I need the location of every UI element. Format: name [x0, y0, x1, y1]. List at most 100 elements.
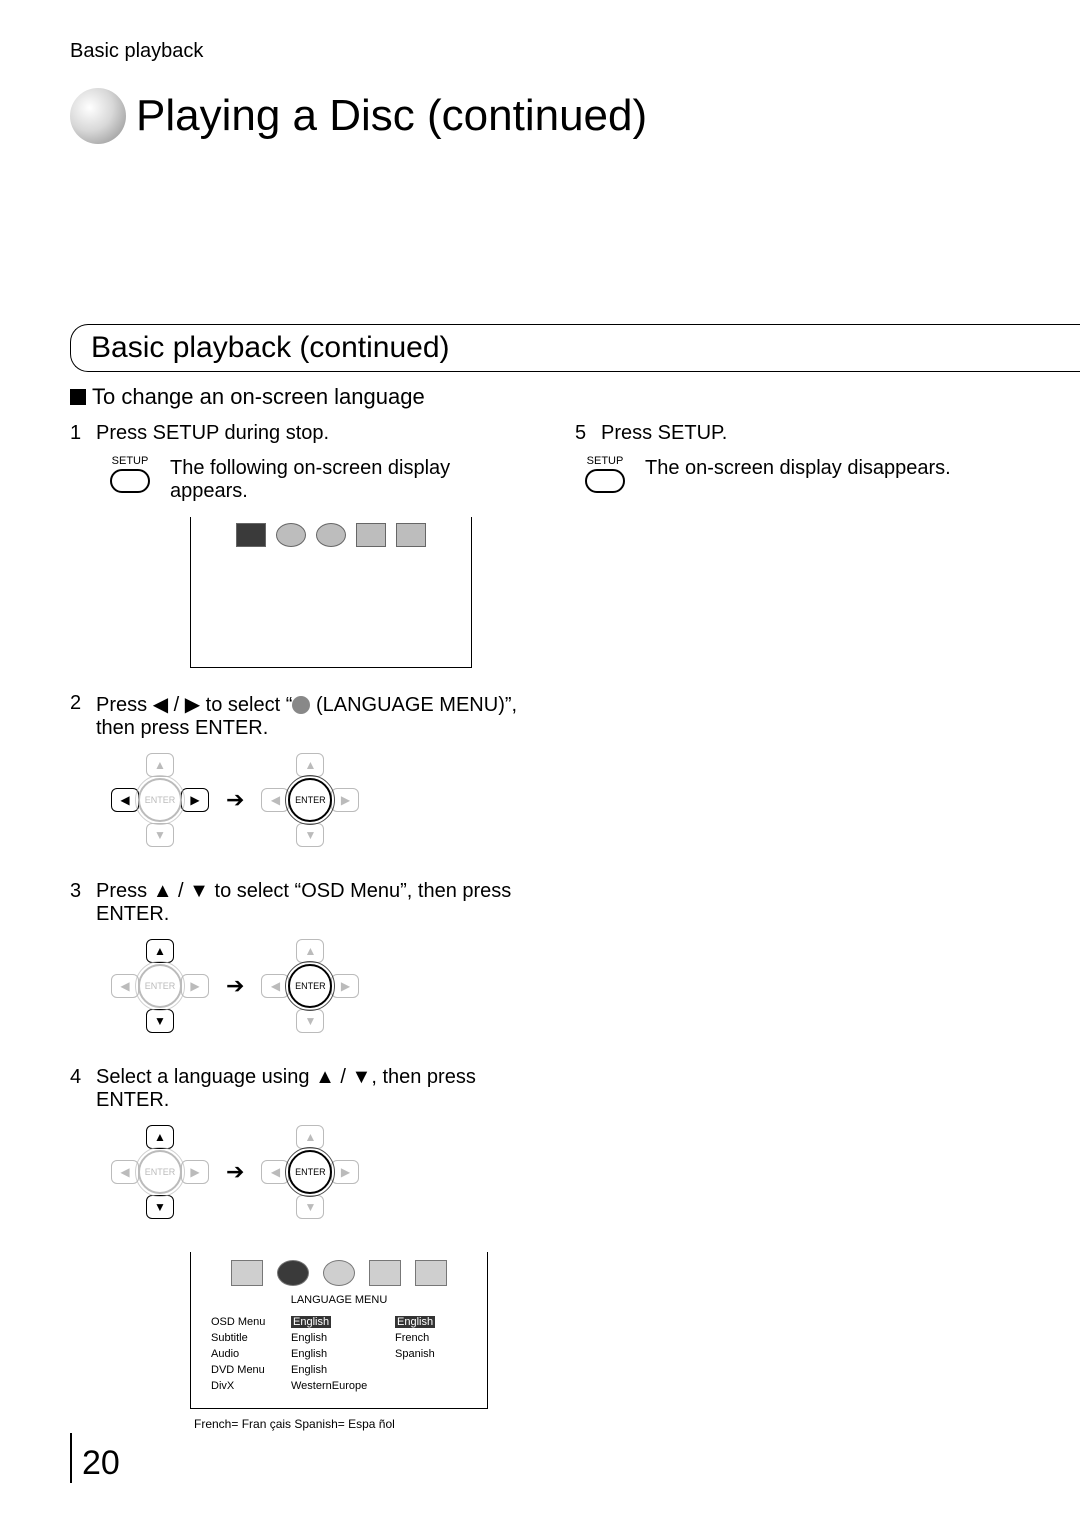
up-button-icon: ▲	[296, 753, 324, 777]
osd-globe-icon	[277, 1260, 309, 1286]
lang-cell: Spanish	[395, 1346, 475, 1362]
down-button-icon: ▼	[146, 1009, 174, 1033]
sub-heading-text: To change an on-screen language	[92, 384, 425, 409]
step-4-dpad: ▲ ◀ ENTER ▶ ▼ ➔ ▲ ◀ ENTER ▶ ▼	[110, 1122, 525, 1222]
osd-custom1-icon	[369, 1260, 401, 1286]
up-button-icon: ▲	[296, 939, 324, 963]
setup-label: SETUP	[587, 455, 624, 467]
osd-globe-icon	[276, 523, 306, 547]
lang-cell: English	[291, 1330, 389, 1346]
osd-tile-icon	[236, 523, 266, 547]
osd-custom2-icon	[415, 1260, 447, 1286]
down-button-icon: ▼	[296, 1009, 324, 1033]
dpad-up-down: ▲ ◀ ENTER ▶ ▼	[110, 1122, 210, 1222]
step-number: 2	[70, 692, 96, 740]
dpad-enter: ▲ ◀ ENTER ▶ ▼	[260, 936, 360, 1036]
up-down-arrows-icon: ▲ / ▼	[315, 1066, 371, 1088]
osd-custom1-icon	[356, 523, 386, 547]
osd-custom2-icon	[396, 523, 426, 547]
left-right-arrows-icon: ◀ / ▶	[153, 694, 200, 716]
lang-cell: DivX	[211, 1378, 285, 1394]
dpad-up-down: ▲ ◀ ENTER ▶ ▼	[110, 936, 210, 1036]
step-2-dpad: ▲ ◀ ENTER ▶ ▼ ➔ ▲ ◀ ENTER ▶ ▼	[110, 750, 525, 850]
step-5-illustration: SETUP The on-screen display disappears.	[585, 455, 1030, 493]
section-heading: Basic playback (continued)	[70, 324, 1080, 372]
step-text-pre: Press	[96, 694, 153, 716]
page-title: Playing a Disc (continued)	[136, 91, 647, 141]
osd-disc-icon	[323, 1260, 355, 1286]
sphere-icon	[70, 88, 126, 144]
sub-heading: To change an on-screen language	[70, 384, 1030, 410]
right-button-icon: ▶	[331, 974, 359, 998]
step-5-caption: The on-screen display disappears.	[645, 455, 951, 480]
lang-cell: English	[291, 1346, 389, 1362]
down-button-icon: ▼	[146, 823, 174, 847]
lang-col-options: English French Spanish	[395, 1314, 475, 1394]
language-menu-title: LANGUAGE MENU	[201, 1294, 477, 1306]
osd-disc-icon	[316, 523, 346, 547]
step-number: 1	[70, 422, 96, 445]
dpad-enter: ▲ ◀ ENTER ▶ ▼	[260, 750, 360, 850]
step-2: 2 Press ◀ / ▶ to select “ (LANGUAGE MENU…	[70, 692, 525, 740]
lang-col-labels: OSD Menu Subtitle Audio DVD Menu DivX	[201, 1314, 285, 1394]
dpad-enter: ▲ ◀ ENTER ▶ ▼	[260, 1122, 360, 1222]
breadcrumb: Basic playback	[70, 40, 1030, 63]
right-button-icon: ▶	[181, 788, 209, 812]
lang-col-values: English English English English WesternE…	[291, 1314, 389, 1394]
step-1-illustration: SETUP The following on-screen display ap…	[110, 455, 525, 503]
up-button-icon: ▲	[146, 753, 174, 777]
step-3: 3 Press ▲ / ▼ to select “OSD Menu”, then…	[70, 880, 525, 926]
title-row: Playing a Disc (continued)	[70, 88, 1030, 144]
enter-button-icon: ENTER	[288, 778, 332, 822]
up-button-icon: ▲	[296, 1125, 324, 1149]
lang-cell: Audio	[211, 1346, 285, 1362]
setup-button-icon: SETUP	[110, 455, 150, 493]
lang-cell: Subtitle	[211, 1330, 285, 1346]
setup-label: SETUP	[112, 455, 149, 467]
then-arrow-icon: ➔	[226, 787, 244, 813]
lang-cell: WesternEurope	[291, 1378, 389, 1394]
osd-preview	[190, 517, 472, 668]
oval-button-icon	[110, 469, 150, 493]
right-button-icon: ▶	[181, 1160, 209, 1184]
step-5: 5 Press SETUP.	[575, 422, 1030, 445]
step-text: Press ▲ / ▼ to select “OSD Menu”, then p…	[96, 880, 525, 926]
then-arrow-icon: ➔	[226, 1159, 244, 1185]
lang-cell-selected: English	[291, 1316, 331, 1328]
setup-button-icon: SETUP	[585, 455, 625, 493]
lang-cell: DVD Menu	[211, 1362, 285, 1378]
lang-cell: English	[291, 1362, 389, 1378]
osd-icon-row	[236, 523, 426, 547]
step-text: Press SETUP.	[601, 422, 1030, 445]
lang-cell: OSD Menu	[211, 1314, 285, 1330]
lang-cell-selected: English	[395, 1316, 435, 1328]
osd-tile-icon	[231, 1260, 263, 1286]
up-button-icon: ▲	[146, 939, 174, 963]
dpad-left-right: ▲ ◀ ENTER ▶ ▼	[110, 750, 210, 850]
down-button-icon: ▼	[146, 1195, 174, 1219]
enter-button-icon: ENTER	[288, 1150, 332, 1194]
language-menu-table: OSD Menu Subtitle Audio DVD Menu DivX En…	[201, 1314, 477, 1394]
language-footnote: French= Fran çais Spanish= Espa ñol	[194, 1417, 525, 1431]
step-4: 4 Select a language using ▲ / ▼, then pr…	[70, 1066, 525, 1112]
enter-button-icon: ENTER	[138, 778, 182, 822]
right-button-icon: ▶	[331, 788, 359, 812]
oval-button-icon	[585, 469, 625, 493]
up-button-icon: ▲	[146, 1125, 174, 1149]
enter-button-icon: ENTER	[138, 964, 182, 1008]
step-text: Select a language using ▲ / ▼, then pres…	[96, 1066, 525, 1112]
step-3-dpad: ▲ ◀ ENTER ▶ ▼ ➔ ▲ ◀ ENTER ▶ ▼	[110, 936, 525, 1036]
enter-button-icon: ENTER	[138, 1150, 182, 1194]
then-arrow-icon: ➔	[226, 973, 244, 999]
up-down-arrows-icon: ▲ / ▼	[153, 880, 209, 902]
page-number: 20	[70, 1433, 120, 1483]
lang-cell: French	[395, 1330, 475, 1346]
step-number: 4	[70, 1066, 96, 1112]
down-button-icon: ▼	[296, 823, 324, 847]
step-number: 3	[70, 880, 96, 926]
step-1: 1 Press SETUP during stop.	[70, 422, 525, 445]
language-menu-preview: LANGUAGE MENU OSD Menu Subtitle Audio DV…	[190, 1252, 488, 1409]
step-1-caption: The following on-screen display appears.	[170, 455, 525, 503]
square-bullet-icon	[70, 389, 86, 405]
step-text: Press ◀ / ▶ to select “ (LANGUAGE MENU)”…	[96, 692, 525, 740]
